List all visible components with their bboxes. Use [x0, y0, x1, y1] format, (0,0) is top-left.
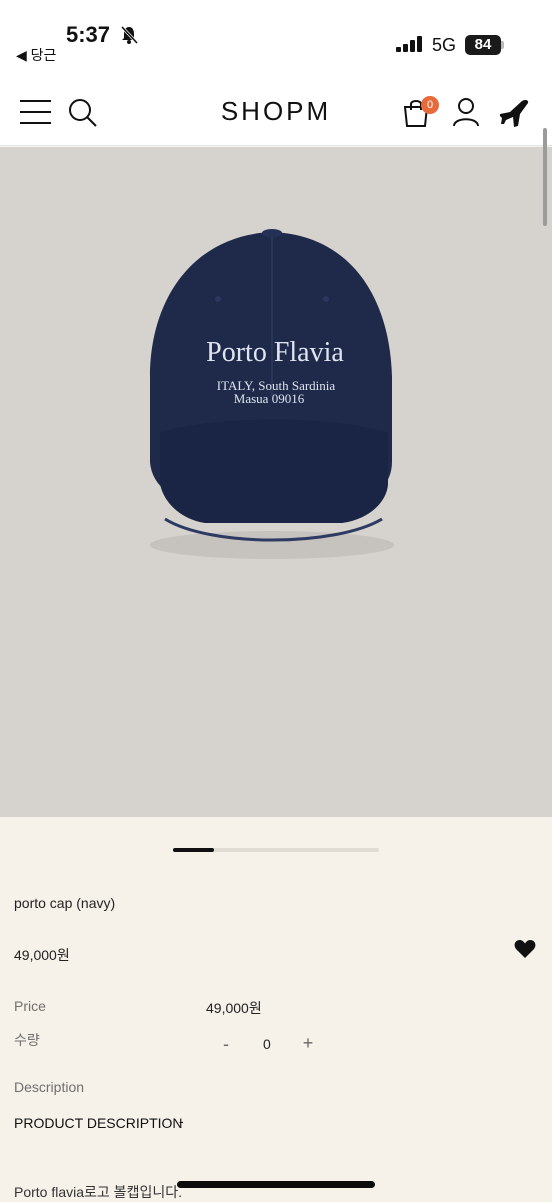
- description-label: Description: [14, 1079, 85, 1095]
- price-value: 49,000원: [206, 1000, 262, 1016]
- cap-text-line3: Masua 09016: [234, 391, 305, 406]
- user-icon[interactable]: [452, 97, 480, 127]
- page-scrollbar[interactable]: [543, 128, 547, 226]
- collapse-icon[interactable]: -: [179, 1113, 184, 1129]
- status-time: 5:37: [66, 22, 111, 47]
- quantity-value[interactable]: 0: [263, 1036, 271, 1052]
- site-header: SHOPM: [0, 78, 552, 146]
- bell-off-icon: [120, 25, 138, 45]
- battery-icon: 84: [465, 35, 501, 55]
- battery-tip: [501, 41, 504, 49]
- airplane-icon[interactable]: [498, 98, 532, 128]
- back-to-app-link[interactable]: ◀ 당근: [16, 45, 56, 65]
- signal-icon: [396, 36, 422, 52]
- cap-text-line1: Porto Flavia: [206, 337, 344, 368]
- product-description-toggle[interactable]: PRODUCT DESCRIPTION: [14, 1115, 183, 1131]
- home-indicator[interactable]: [177, 1181, 375, 1188]
- quantity-label: 수량: [14, 1032, 40, 1048]
- product-image[interactable]: Porto Flavia ITALY, South Sardinia Masua…: [0, 147, 552, 817]
- heart-icon[interactable]: [514, 939, 536, 959]
- cart-count-badge: 0: [421, 96, 439, 114]
- price-label: Price: [14, 998, 46, 1014]
- product-name: porto cap (navy): [14, 895, 116, 911]
- image-slider-progress: [173, 848, 215, 852]
- network-type: 5G: [432, 35, 457, 55]
- image-slider-track[interactable]: [173, 848, 379, 852]
- product-price: 49,000원: [14, 947, 70, 963]
- cap-illustration: Porto Flavia ITALY, South Sardinia Masua…: [150, 229, 394, 559]
- status-bar: 5:37 ◀ 당근 5G 84: [0, 0, 552, 78]
- quantity-decrease-button[interactable]: -: [216, 1034, 236, 1055]
- description-text: Porto flavia로고 볼캡입니다.: [14, 1184, 182, 1200]
- quantity-increase-button[interactable]: +: [298, 1033, 318, 1054]
